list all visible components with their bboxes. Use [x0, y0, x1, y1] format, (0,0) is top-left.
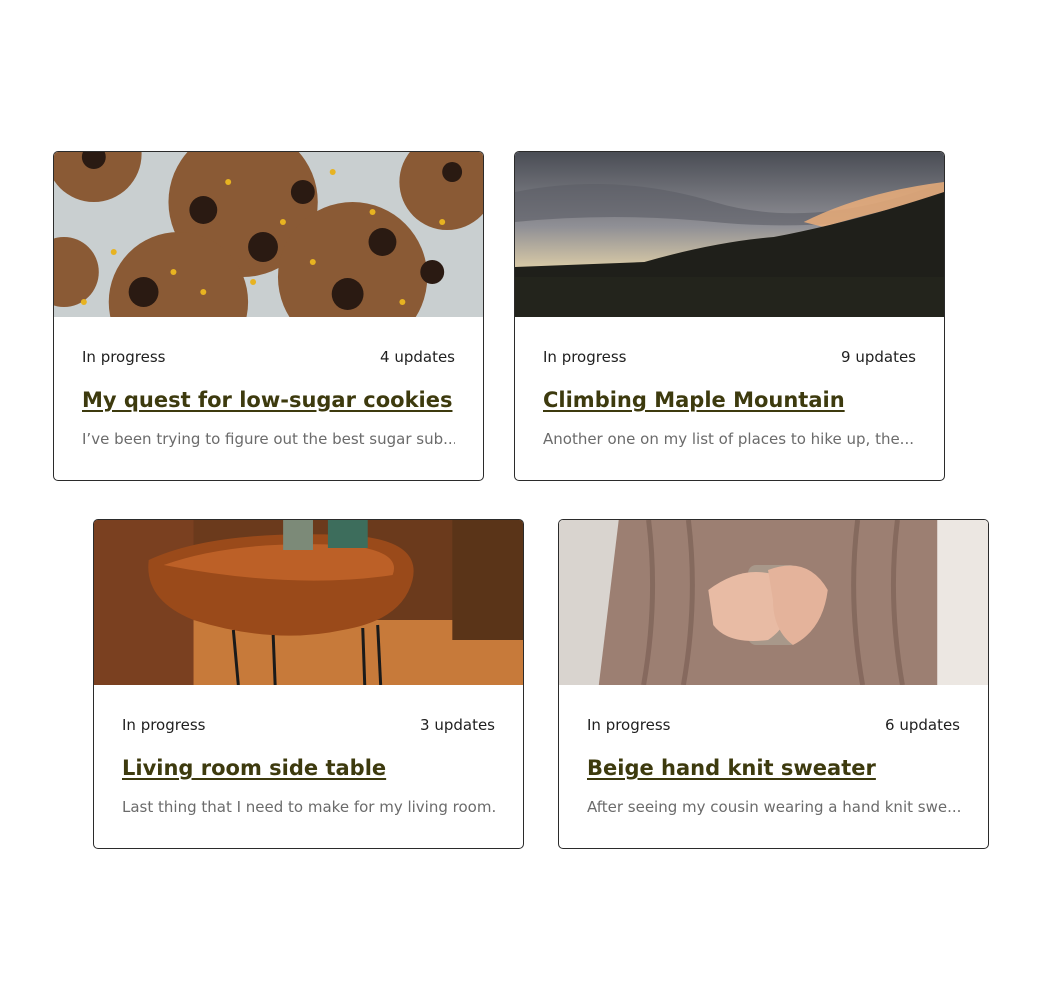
card-meta: In progress 6 updates [587, 716, 960, 734]
status-label: In progress [543, 348, 627, 366]
card-excerpt: After seeing my cousin wearing a hand kn… [587, 798, 960, 816]
card-meta: In progress 4 updates [82, 348, 455, 366]
card-excerpt: Last thing that I need to make for my li… [122, 798, 495, 816]
card-title-link[interactable]: Living room side table [122, 756, 503, 780]
wooden-table-photo [94, 520, 523, 685]
project-card[interactable]: In progress 3 updates Living room side t… [93, 519, 524, 849]
card-meta: In progress 9 updates [543, 348, 916, 366]
updates-count: 6 updates [885, 716, 960, 734]
card-excerpt: I’ve been trying to figure out the best … [82, 430, 455, 448]
project-card[interactable]: In progress 9 updates Climbing Maple Mou… [514, 151, 945, 481]
project-card[interactable]: In progress 4 updates My quest for low-s… [53, 151, 484, 481]
mountain-sunset-photo [515, 152, 944, 317]
updates-count: 4 updates [380, 348, 455, 366]
card-title-link[interactable]: My quest for low-sugar cookies [82, 388, 463, 412]
updates-count: 3 updates [420, 716, 495, 734]
status-label: In progress [82, 348, 166, 366]
status-label: In progress [122, 716, 206, 734]
updates-count: 9 updates [841, 348, 916, 366]
card-meta: In progress 3 updates [122, 716, 495, 734]
card-title-link[interactable]: Climbing Maple Mountain [543, 388, 924, 412]
project-card[interactable]: In progress 6 updates Beige hand knit sw… [558, 519, 989, 849]
status-label: In progress [587, 716, 671, 734]
knit-sweater-photo [559, 520, 988, 685]
card-excerpt: Another one on my list of places to hike… [543, 430, 914, 448]
card-title-link[interactable]: Beige hand knit sweater [587, 756, 968, 780]
cookies-photo [54, 152, 483, 317]
